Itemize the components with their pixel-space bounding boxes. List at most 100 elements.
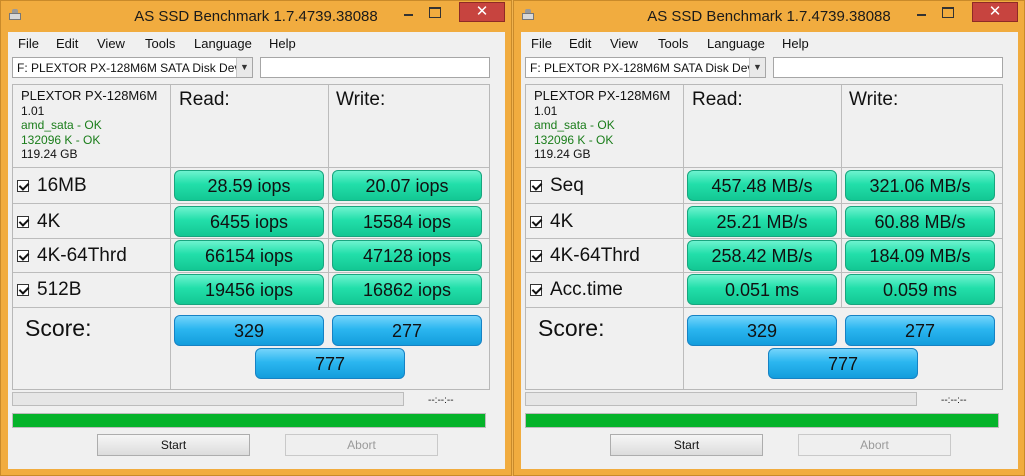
driver-status: amd_sata - OK: [534, 118, 615, 132]
path-input[interactable]: [773, 57, 1003, 78]
write-result: 0.059 ms: [845, 274, 995, 305]
overall-progress-bar: [12, 413, 486, 428]
read-score: 329: [687, 315, 837, 346]
read-result: 25.21 MB/s: [687, 206, 837, 237]
drive-select[interactable]: F: PLEXTOR PX-128M6M SATA Disk Devi ▼: [525, 57, 766, 78]
test-progress-bar: [12, 392, 404, 406]
menu-tools[interactable]: Tools: [145, 36, 175, 51]
overall-progress-fill: [13, 414, 485, 427]
title-bar[interactable]: AS SSD Benchmark 1.7.4739.38088 ✕: [514, 1, 1024, 31]
drive-model: PLEXTOR PX-128M6M: [21, 88, 158, 103]
menu-view[interactable]: View: [97, 36, 125, 51]
write-score: 277: [845, 315, 995, 346]
write-result: 16862 iops: [332, 274, 482, 305]
menu-tools[interactable]: Tools: [658, 36, 688, 51]
overall-progress-fill: [526, 414, 998, 427]
total-score: 777: [255, 348, 405, 379]
drive-firmware: 1.01: [534, 103, 558, 118]
drive-size: 119.24 GB: [21, 147, 78, 161]
benchmark-window-mbs: AS SSD Benchmark 1.7.4739.38088 ✕ File E…: [513, 0, 1025, 476]
menu-view[interactable]: View: [610, 36, 638, 51]
menu-bar: File Edit View Tools Language Help: [521, 32, 1018, 54]
results-grid: PLEXTOR PX-128M6M 1.01 amd_sata - OK 132…: [525, 84, 1003, 390]
read-header: Read:: [692, 89, 743, 110]
test-checkbox[interactable]: [17, 180, 29, 192]
write-result: 321.06 MB/s: [845, 170, 995, 201]
test-label: Seq: [550, 175, 584, 196]
menu-edit[interactable]: Edit: [569, 36, 591, 51]
drive-select-value: F: PLEXTOR PX-128M6M SATA Disk Devi: [530, 61, 757, 75]
menu-bar: File Edit View Tools Language Help: [8, 32, 505, 54]
chevron-down-icon[interactable]: ▼: [236, 58, 252, 77]
close-button[interactable]: ✕: [972, 2, 1018, 22]
chevron-down-icon[interactable]: ▼: [749, 58, 765, 77]
start-button[interactable]: Start: [97, 434, 250, 456]
score-label: Score:: [25, 315, 92, 341]
read-result: 66154 iops: [174, 240, 324, 271]
close-icon[interactable]: ✕: [973, 3, 1017, 21]
write-result: 184.09 MB/s: [845, 240, 995, 271]
window-client: File Edit View Tools Language Help F: PL…: [521, 32, 1018, 469]
test-label: 4K-64Thrd: [37, 245, 127, 266]
maximize-icon[interactable]: [421, 2, 447, 22]
score-label: Score:: [538, 315, 605, 341]
driver-status: amd_sata - OK: [21, 118, 102, 132]
write-result: 60.88 MB/s: [845, 206, 995, 237]
test-progress-bar: [525, 392, 917, 406]
minimize-icon[interactable]: [908, 2, 934, 22]
read-result: 258.42 MB/s: [687, 240, 837, 271]
close-icon[interactable]: ✕: [460, 3, 504, 21]
test-label: 4K-64Thrd: [550, 245, 640, 266]
test-checkbox[interactable]: [530, 180, 542, 192]
read-result: 0.051 ms: [687, 274, 837, 305]
test-checkbox[interactable]: [530, 284, 542, 296]
drive-info: PLEXTOR PX-128M6M 1.01 amd_sata - OK 132…: [534, 88, 671, 162]
total-score: 777: [768, 348, 918, 379]
abort-button[interactable]: Abort: [285, 434, 438, 456]
path-input[interactable]: [260, 57, 490, 78]
test-label: 16MB: [37, 175, 87, 196]
menu-language[interactable]: Language: [707, 36, 765, 51]
menu-help[interactable]: Help: [782, 36, 809, 51]
drive-select-value: F: PLEXTOR PX-128M6M SATA Disk Devi: [17, 61, 244, 75]
overall-progress-bar: [525, 413, 999, 428]
read-result: 28.59 iops: [174, 170, 324, 201]
minimize-icon[interactable]: [395, 2, 421, 22]
close-button[interactable]: ✕: [459, 2, 505, 22]
write-result: 15584 iops: [332, 206, 482, 237]
drive-model: PLEXTOR PX-128M6M: [534, 88, 671, 103]
menu-language[interactable]: Language: [194, 36, 252, 51]
test-checkbox[interactable]: [530, 250, 542, 262]
write-header: Write:: [849, 89, 899, 110]
drive-info: PLEXTOR PX-128M6M 1.01 amd_sata - OK 132…: [21, 88, 158, 162]
window-client: File Edit View Tools Language Help F: PL…: [8, 32, 505, 469]
alignment-status: 132096 K - OK: [534, 132, 614, 147]
drive-select[interactable]: F: PLEXTOR PX-128M6M SATA Disk Devi ▼: [12, 57, 253, 78]
test-checkbox[interactable]: [530, 216, 542, 228]
menu-help[interactable]: Help: [269, 36, 296, 51]
test-label: 512B: [37, 279, 82, 300]
write-result: 20.07 iops: [332, 170, 482, 201]
test-label: 4K: [37, 211, 61, 232]
read-header: Read:: [179, 89, 230, 110]
results-grid: PLEXTOR PX-128M6M 1.01 amd_sata - OK 132…: [12, 84, 490, 390]
menu-file[interactable]: File: [18, 36, 39, 51]
start-button[interactable]: Start: [610, 434, 763, 456]
write-result: 47128 iops: [332, 240, 482, 271]
menu-file[interactable]: File: [531, 36, 552, 51]
title-bar[interactable]: AS SSD Benchmark 1.7.4739.38088 ✕: [1, 1, 511, 31]
drive-firmware: 1.01: [21, 103, 45, 118]
read-score: 329: [174, 315, 324, 346]
elapsed-time: --:--:--: [941, 395, 967, 406]
maximize-icon[interactable]: [934, 2, 960, 22]
test-label: Acc.time: [550, 279, 623, 300]
drive-size: 119.24 GB: [534, 147, 591, 161]
elapsed-time: --:--:--: [428, 395, 454, 406]
read-result: 19456 iops: [174, 274, 324, 305]
write-score: 277: [332, 315, 482, 346]
abort-button[interactable]: Abort: [798, 434, 951, 456]
menu-edit[interactable]: Edit: [56, 36, 78, 51]
test-checkbox[interactable]: [17, 216, 29, 228]
test-checkbox[interactable]: [17, 250, 29, 262]
test-checkbox[interactable]: [17, 284, 29, 296]
